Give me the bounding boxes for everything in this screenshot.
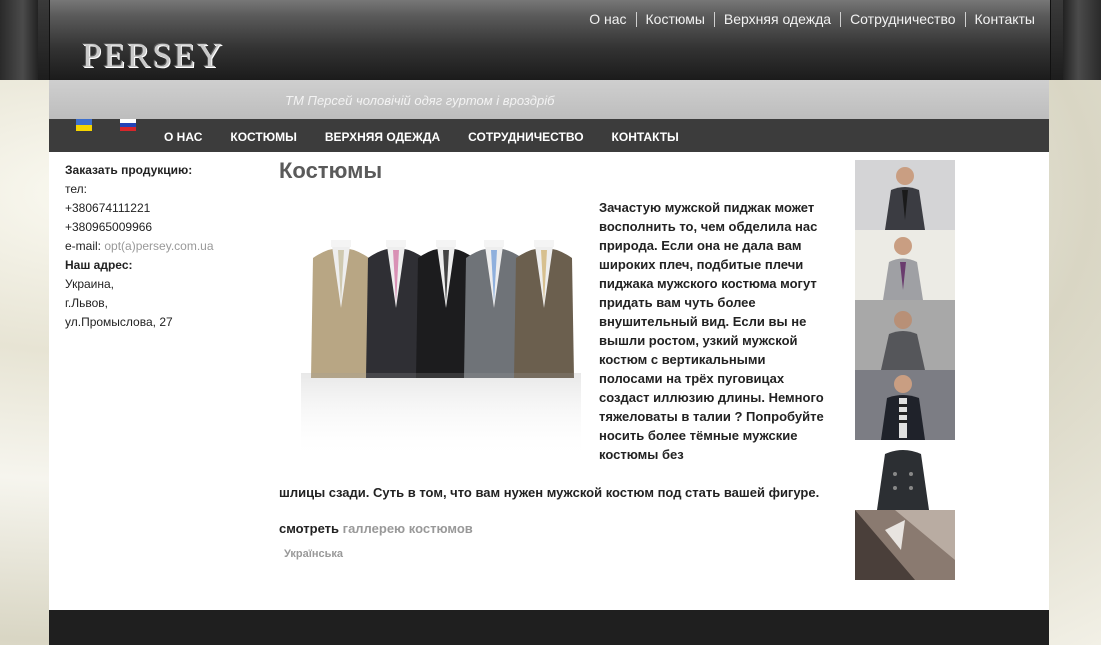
- menu-item-about[interactable]: О НАС: [164, 130, 202, 144]
- thumbnail-detail-6[interactable]: [855, 510, 955, 580]
- phone-1: +380674111221: [65, 201, 151, 215]
- header-edge-right: [1063, 0, 1101, 80]
- address-title: Наш адрес:: [65, 258, 133, 272]
- thumbnail-suit-3[interactable]: [855, 300, 955, 370]
- thumbnail-jacket-4[interactable]: [855, 370, 955, 440]
- top-nav: О нас Костюмы Верхняя одежда Сотрудничес…: [580, 12, 1035, 27]
- thumbnail-suit-2[interactable]: [855, 230, 955, 300]
- address-city: г.Львов,: [65, 296, 108, 310]
- thumbnail-suit-1[interactable]: [855, 160, 955, 230]
- email-row: e-mail: opt(a)persey.com.ua: [65, 237, 265, 256]
- suit-jacket-5: [514, 240, 574, 378]
- top-nav-suits[interactable]: Костюмы: [635, 12, 714, 27]
- menu-item-outerwear[interactable]: ВЕРХНЯЯ ОДЕЖДА: [325, 130, 440, 144]
- thumbnail-coat-5[interactable]: [855, 440, 955, 510]
- menu-item-cooperation[interactable]: СОТРУДНИЧЕСТВО: [468, 130, 583, 144]
- article-text-continued: шлицы сзади. Суть в том, что вам нужен м…: [279, 485, 820, 500]
- menu-item-suits[interactable]: КОСТЮМЫ: [230, 130, 296, 144]
- language-link-ukrainian[interactable]: Українська: [284, 548, 343, 560]
- suits-image: [301, 240, 581, 460]
- suit-jacket-1: [311, 240, 371, 378]
- article-text: Зачастую мужской пиджак может восполнить…: [599, 200, 824, 462]
- russian-flag-icon[interactable]: [120, 119, 136, 131]
- order-title: Заказать продукцию:: [65, 163, 193, 177]
- ukrainian-flag-icon[interactable]: [76, 119, 92, 131]
- footer: [49, 610, 1049, 645]
- gallery-prefix: смотреть: [279, 521, 340, 536]
- phone-label: тел:: [65, 182, 87, 196]
- contact-sidebar: Заказать продукцию: тел: +380674111221 +…: [65, 161, 265, 332]
- tagline-bar: ТМ Персей чоловічій одяг гуртом і вроздр…: [49, 80, 1049, 119]
- phone-2: +380965009966: [65, 220, 153, 234]
- page-title: Костюмы: [279, 158, 383, 183]
- address-street: ул.Промыслова, 27: [65, 315, 173, 329]
- logo[interactable]: PERSEY: [82, 36, 224, 76]
- page: PERSEY О нас Костюмы Верхняя одежда Сотр…: [49, 0, 1051, 645]
- top-nav-about[interactable]: О нас: [580, 12, 635, 27]
- thumbnail-column: [855, 160, 955, 580]
- main-menu: О НАС КОСТЮМЫ ВЕРХНЯЯ ОДЕЖДА СОТРУДНИЧЕС…: [150, 130, 693, 144]
- top-nav-outerwear[interactable]: Верхняя одежда: [713, 12, 840, 27]
- email-label: e-mail:: [65, 239, 102, 253]
- email-link[interactable]: opt(a)persey.com.ua: [104, 239, 213, 253]
- gallery-line: смотреть галлерею костюмов: [279, 521, 473, 536]
- top-nav-contacts[interactable]: Контакты: [964, 12, 1035, 27]
- gallery-link[interactable]: галлерею костюмов: [343, 521, 473, 536]
- content-area: Заказать продукцию: тел: +380674111221 +…: [49, 152, 1049, 610]
- address-country: Украина,: [65, 277, 115, 291]
- top-nav-cooperation[interactable]: Сотрудничество: [840, 12, 964, 27]
- menu-item-contacts[interactable]: КОНТАКТЫ: [612, 130, 679, 144]
- tagline: ТМ Персей чоловічій одяг гуртом і вроздр…: [285, 93, 555, 108]
- header-edge-left: [0, 0, 38, 80]
- header: PERSEY О нас Костюмы Верхняя одежда Сотр…: [49, 0, 1051, 80]
- main-menu-bar: О НАС КОСТЮМЫ ВЕРХНЯЯ ОДЕЖДА СОТРУДНИЧЕС…: [49, 119, 1049, 152]
- main-article: Костюмы Зачастую мужской пиджак может во…: [279, 158, 824, 560]
